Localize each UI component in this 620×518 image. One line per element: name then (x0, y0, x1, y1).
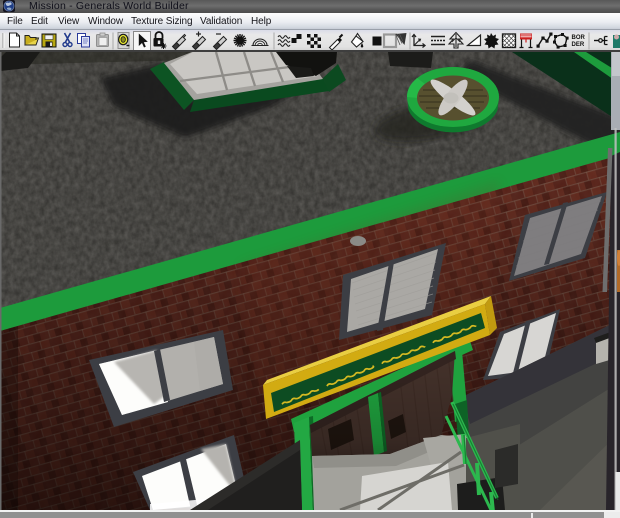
svg-text:DER: DER (572, 42, 585, 48)
svg-text:BOR: BOR (572, 35, 586, 41)
